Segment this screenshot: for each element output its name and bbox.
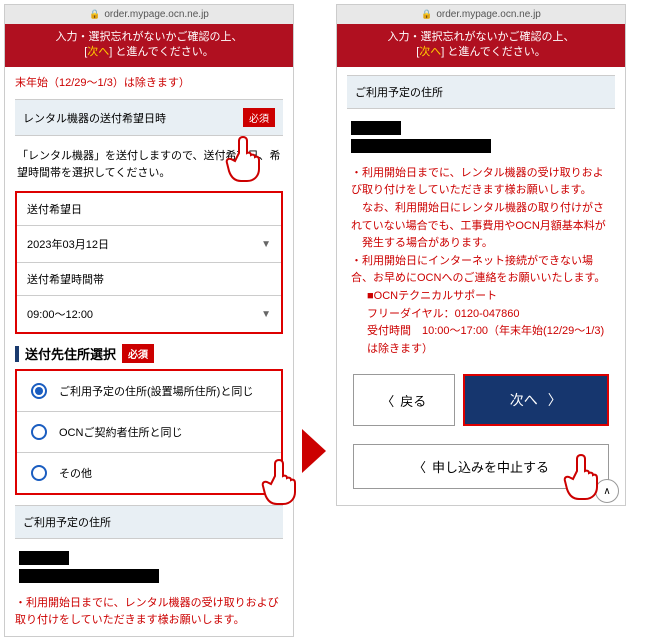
radio-icon	[31, 424, 47, 440]
hand-pointer-icon	[559, 453, 603, 503]
address-redacted	[15, 539, 283, 589]
chevron-left-icon: 〈	[381, 391, 394, 410]
date-label: 送付希望日	[17, 193, 281, 226]
hand-pointer-icon	[257, 458, 301, 508]
radio-icon	[31, 465, 47, 481]
url-text: order.mypage.ocn.ne.jp	[436, 9, 541, 20]
shipping-section-header: レンタル機器の送付希望日時 必須	[15, 99, 283, 136]
required-badge: 必須	[122, 344, 154, 363]
back-button[interactable]: 〈 戻る	[353, 374, 455, 426]
required-badge: 必須	[243, 108, 275, 127]
date-time-highlight: 送付希望日 2023年03月12日 ▼ 送付希望時間帯 09:00～12:00 …	[15, 191, 283, 334]
radio-same-install[interactable]: ご利用予定の住所(設置場所住所)と同じ	[17, 371, 281, 412]
arrow-right-icon	[300, 427, 330, 475]
chevron-down-icon: ▼	[261, 309, 271, 320]
url-text: order.mypage.ocn.ne.jp	[104, 9, 209, 20]
top-note: 末年始（12/29～1/3）は除きます）	[15, 75, 283, 92]
time-label: 送付希望時間帯	[17, 263, 281, 296]
chevron-right-icon: 〉	[548, 390, 562, 410]
bottom-note: ・利用開始日までに、レンタル機器の受け取りおよび取り付けをしていただきます様お願…	[15, 595, 283, 628]
info-text: ・利用開始日までに、レンタル機器の受け取りおよび取り付けをしていただきます様お願…	[347, 159, 615, 365]
next-button[interactable]: 次へ 〉	[463, 374, 609, 426]
address-radio-group: ご利用予定の住所(設置場所住所)と同じ OCNご契約者住所と同じ その他	[15, 369, 283, 495]
chevron-up-icon: ∧	[603, 486, 610, 497]
address-section-title: 送付先住所選択 必須	[15, 344, 283, 363]
date-select[interactable]: 2023年03月12日 ▼	[17, 226, 281, 263]
radio-other[interactable]: その他	[17, 453, 281, 493]
alert-banner: 入力・選択忘れがないかご確認の上、 [次へ] と進んでください。	[337, 24, 625, 67]
radio-icon	[31, 383, 47, 399]
address-redacted	[347, 109, 615, 159]
radio-ocn-contract[interactable]: OCNご契約者住所と同じ	[17, 412, 281, 453]
planned-address-header: ご利用予定の住所	[15, 505, 283, 539]
phone-right: 🔒 order.mypage.ocn.ne.jp 入力・選択忘れがないかご確認の…	[336, 4, 626, 506]
lock-icon: 🔒	[421, 9, 432, 20]
title-bar-icon	[15, 346, 19, 362]
hand-pointer-icon	[221, 135, 265, 185]
url-bar: 🔒 order.mypage.ocn.ne.jp	[5, 5, 293, 24]
planned-address-header: ご利用予定の住所	[347, 75, 615, 109]
phone-left: 🔒 order.mypage.ocn.ne.jp 入力・選択忘れがないかご確認の…	[4, 4, 294, 637]
url-bar: 🔒 order.mypage.ocn.ne.jp	[337, 5, 625, 24]
alert-banner: 入力・選択忘れがないかご確認の上、 [次へ] と進んでください。	[5, 24, 293, 67]
chevron-left-icon: 〈	[413, 457, 426, 476]
lock-icon: 🔒	[89, 9, 100, 20]
time-select[interactable]: 09:00～12:00 ▼	[17, 296, 281, 332]
chevron-down-icon: ▼	[261, 239, 271, 250]
